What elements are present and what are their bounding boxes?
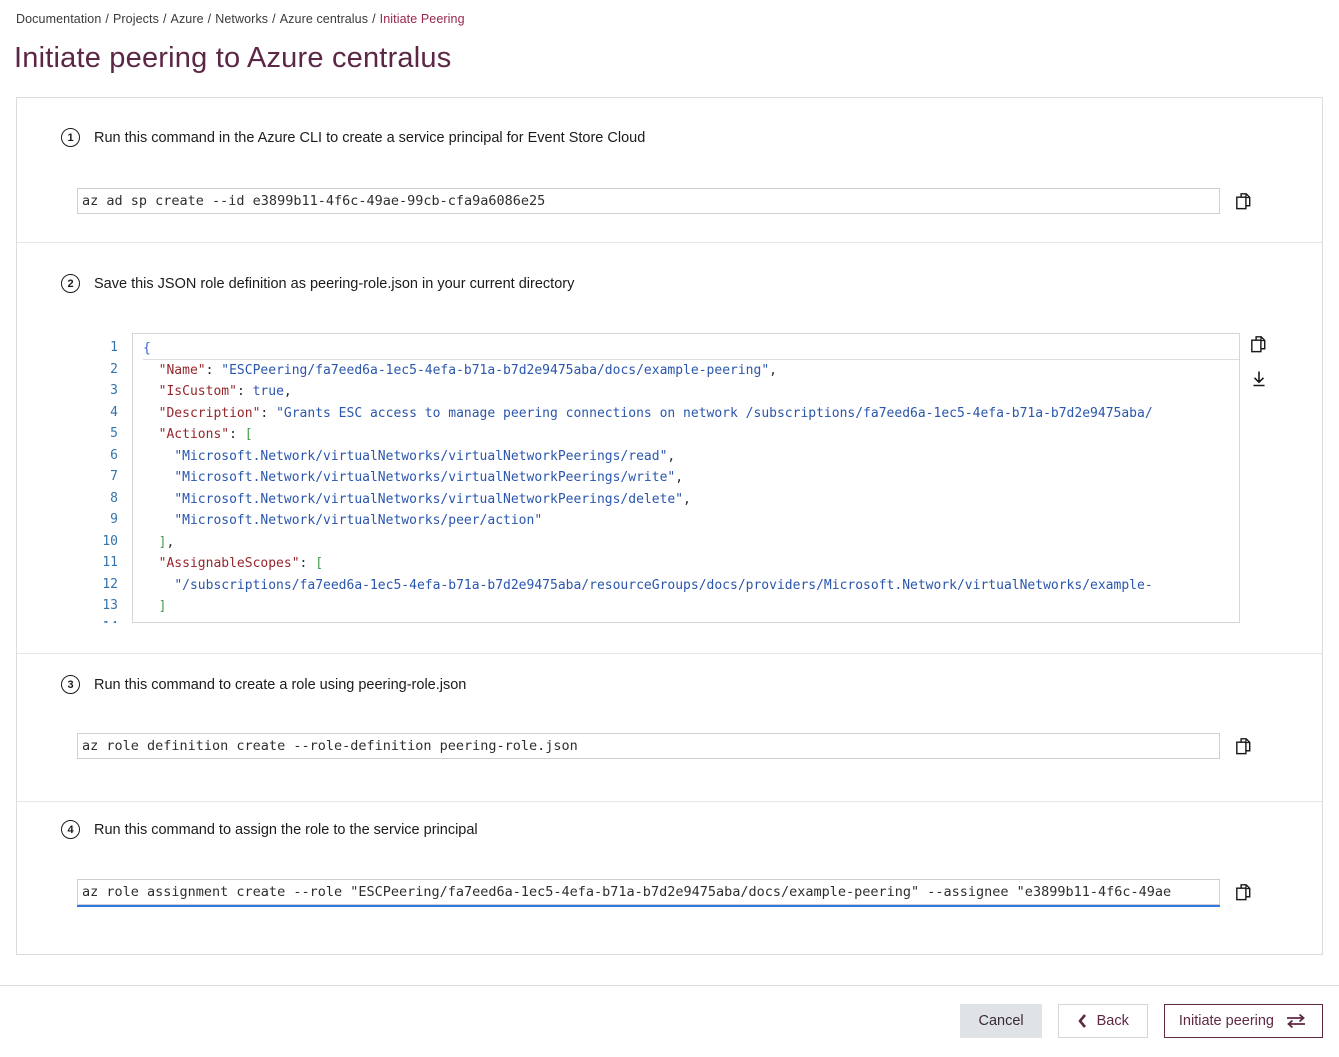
step-4-command-input[interactable] (77, 879, 1220, 905)
step-4-command-row (77, 879, 1254, 905)
line-number: 7 (77, 466, 132, 488)
step-2-label: Save this JSON role definition as peerin… (94, 276, 574, 292)
step-3-header: 3 Run this command to create a role usin… (61, 675, 1322, 694)
step-3-label: Run this command to create a role using … (94, 677, 466, 693)
editor-actions (1248, 333, 1269, 391)
download-json-button[interactable] (1248, 369, 1269, 391)
chevron-left-icon (1077, 1013, 1087, 1029)
code-line: } (143, 618, 1239, 624)
initiate-peering-button[interactable]: Initiate peering (1164, 1004, 1323, 1038)
code-line: "Microsoft.Network/virtualNetworks/peer/… (143, 510, 1239, 532)
copy-icon (1248, 333, 1269, 355)
breadcrumb-link[interactable]: Documentation (16, 12, 101, 26)
copy-button[interactable] (1233, 881, 1254, 903)
code-line: "Microsoft.Network/virtualNetworks/virtu… (143, 446, 1239, 468)
copy-button[interactable] (1233, 735, 1254, 757)
back-button-label: Back (1097, 1013, 1129, 1029)
line-number: 10 (77, 531, 132, 553)
line-number-gutter: 1234567891011121314 (77, 333, 132, 623)
step-separator (17, 801, 1322, 802)
step-separator (17, 242, 1322, 243)
line-number: 1 (77, 337, 132, 359)
line-number: 14 (77, 617, 132, 624)
copy-json-button[interactable] (1248, 333, 1269, 355)
code-line: "Microsoft.Network/virtualNetworks/virtu… (143, 489, 1239, 511)
line-number: 13 (77, 595, 132, 617)
line-number: 5 (77, 423, 132, 445)
code-line: "Name": "ESCPeering/fa7eed6a-1ec5-4efa-b… (143, 360, 1239, 382)
copy-icon (1233, 735, 1254, 757)
line-number: 3 (77, 380, 132, 402)
step-1-command-input[interactable] (77, 188, 1220, 214)
step-3-command-row (77, 733, 1254, 759)
breadcrumb-link[interactable]: Projects (113, 12, 159, 26)
breadcrumb: Documentation/Projects/Azure/Networks/Az… (16, 12, 465, 26)
step-2-header: 2 Save this JSON role definition as peer… (61, 274, 1322, 293)
footer-divider (0, 985, 1339, 986)
footer-actions: Cancel Back Initiate peering (960, 1004, 1323, 1038)
cancel-button-label: Cancel (978, 1013, 1023, 1029)
step-4-header: 4 Run this command to assign the role to… (61, 820, 1322, 839)
json-editor-section: 1234567891011121314 { "Name": "ESCPeerin… (17, 333, 1322, 623)
code-line: "Microsoft.Network/virtualNetworks/virtu… (143, 467, 1239, 489)
code-line: ] (143, 596, 1239, 618)
json-code-pane[interactable]: { "Name": "ESCPeering/fa7eed6a-1ec5-4efa… (132, 333, 1240, 623)
code-line: "Actions": [ (143, 424, 1239, 446)
breadcrumb-link[interactable]: Networks (215, 12, 268, 26)
step-3-command-input[interactable] (77, 733, 1220, 759)
code-line: "Description": "Grants ESC access to man… (143, 403, 1239, 425)
copy-icon (1233, 881, 1254, 903)
line-number: 6 (77, 445, 132, 467)
line-number: 9 (77, 509, 132, 531)
breadcrumb-current: Initiate Peering (380, 12, 465, 26)
step-1-header: 1 Run this command in the Azure CLI to c… (61, 128, 1322, 147)
step-1-label: Run this command in the Azure CLI to cre… (94, 130, 645, 146)
code-line: "IsCustom": true, (143, 381, 1239, 403)
code-line: "/subscriptions/fa7eed6a-1ec5-4efa-b71a-… (143, 575, 1239, 597)
breadcrumb-link[interactable]: Azure centralus (280, 12, 368, 26)
cancel-button[interactable]: Cancel (960, 1004, 1041, 1038)
step-4-label: Run this command to assign the role to t… (94, 822, 478, 838)
step-3-number-badge: 3 (61, 675, 80, 694)
code-line: ], (143, 532, 1239, 554)
step-4-number-badge: 4 (61, 820, 80, 839)
back-button[interactable]: Back (1058, 1004, 1148, 1038)
line-number: 8 (77, 488, 132, 510)
step-1-number-badge: 1 (61, 128, 80, 147)
copy-button[interactable] (1233, 190, 1254, 212)
breadcrumb-separator: / (208, 12, 212, 26)
page-title: Initiate peering to Azure centralus (14, 42, 451, 75)
line-number: 2 (77, 359, 132, 381)
code-line: { (143, 338, 1239, 360)
wizard-card: 1 Run this command in the Azure CLI to c… (16, 97, 1323, 955)
breadcrumb-separator: / (372, 12, 376, 26)
step-1-command-row (77, 188, 1254, 214)
step-2-number-badge: 2 (61, 274, 80, 293)
breadcrumb-separator: / (105, 12, 109, 26)
json-editor: 1234567891011121314 { "Name": "ESCPeerin… (77, 333, 1240, 623)
line-number: 4 (77, 402, 132, 424)
breadcrumb-separator: / (163, 12, 167, 26)
breadcrumb-separator: / (272, 12, 276, 26)
breadcrumb-link[interactable]: Azure (171, 12, 204, 26)
page: Documentation/Projects/Azure/Networks/Az… (0, 0, 1339, 1057)
download-icon (1249, 369, 1269, 389)
step-separator (17, 653, 1322, 654)
line-number: 12 (77, 574, 132, 596)
copy-icon (1233, 190, 1254, 212)
initiate-peering-button-label: Initiate peering (1179, 1013, 1274, 1029)
line-number: 11 (77, 552, 132, 574)
code-line: "AssignableScopes": [ (143, 553, 1239, 575)
swap-arrows-icon (1284, 1013, 1308, 1029)
